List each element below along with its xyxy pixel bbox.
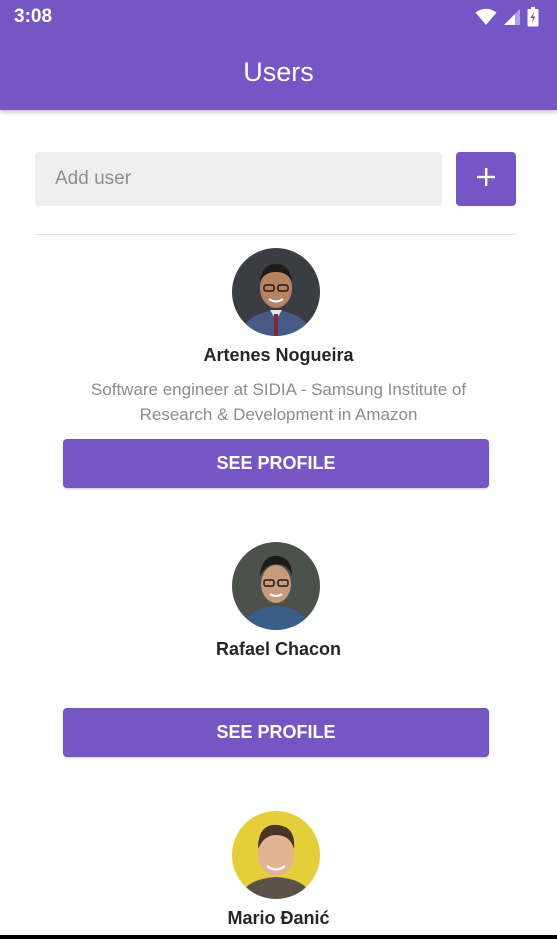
user-name: Artenes Nogueira (203, 345, 354, 365)
battery-icon (527, 7, 539, 32)
app-bar: 3:08 Users (0, 0, 557, 110)
avatar (232, 542, 320, 630)
avatar (232, 248, 320, 336)
avatar (232, 811, 320, 899)
page-title: Users (243, 57, 314, 87)
screen-bottom-edge (0, 935, 557, 939)
status-icons (475, 7, 539, 32)
wifi-icon (475, 8, 497, 31)
user-bio: Software engineer at SIDIA - Samsung Ins… (90, 380, 467, 424)
signal-icon (503, 8, 521, 31)
plus-icon (476, 167, 496, 192)
user-name: Rafael Chacon (215, 639, 342, 659)
add-user-button[interactable] (456, 152, 516, 206)
see-profile-button[interactable]: SEE PROFILE (63, 439, 489, 488)
add-user-row (35, 152, 516, 206)
status-time: 3:08 (14, 6, 53, 27)
add-user-input[interactable] (35, 152, 442, 206)
user-name: Mario Đanić (227, 908, 330, 928)
see-profile-button[interactable]: SEE PROFILE (63, 708, 489, 757)
divider (35, 234, 516, 235)
